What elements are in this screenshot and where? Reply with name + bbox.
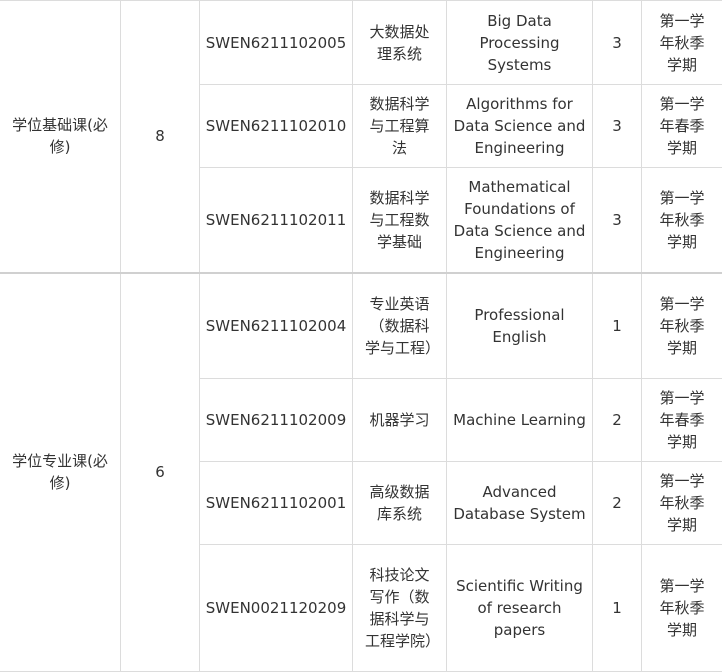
course-code-cell: SWEN6211102004 xyxy=(199,271,353,379)
course-term-cell: 第一学年秋季学期 xyxy=(641,461,722,545)
course-name-en-cell: Professional English xyxy=(446,271,593,379)
course-name-en-cell: Machine Learning xyxy=(446,378,593,462)
course-name-en-cell: Big Data Processing Systems xyxy=(446,0,593,85)
course-name-cn-cell: 数据科学与工程算法 xyxy=(352,84,447,168)
course-term-cell: 第一学年秋季学期 xyxy=(641,271,722,379)
course-code-cell: SWEN6211102005 xyxy=(199,0,353,85)
course-code-cell: SWEN6211102010 xyxy=(199,84,353,168)
course-code-cell: SWEN0021120209 xyxy=(199,544,353,672)
course-name-cn-cell: 专业英语（数据科学与工程） xyxy=(352,271,447,379)
category-cell: 学位基础课(必修) xyxy=(0,0,121,273)
course-name-cn-cell: 大数据处理系统 xyxy=(352,0,447,85)
table-row: 学位专业课(必修) 6 SWEN6211102004 专业英语（数据科学与工程）… xyxy=(0,271,722,672)
course-name-en-cell: Scientific Writing of research papers xyxy=(446,544,593,672)
course-code-cell: SWEN6211102001 xyxy=(199,461,353,545)
course-code-cell: SWEN6211102011 xyxy=(199,167,353,273)
course-name-cn-cell: 科技论文写作（数据科学与工程学院） xyxy=(352,544,447,672)
course-credit-cell: 3 xyxy=(592,84,642,168)
course-name-cn-cell: 机器学习 xyxy=(352,378,447,462)
course-table: 学位基础课(必修) 8 SWEN6211102005 大数据处理系统 Big D… xyxy=(0,0,722,672)
course-name-en-cell: Mathematical Foundations of Data Science… xyxy=(446,167,593,273)
category-cell: 学位专业课(必修) xyxy=(0,271,121,672)
course-credit-cell: 2 xyxy=(592,378,642,462)
course-code-cell: SWEN6211102009 xyxy=(199,378,353,462)
course-term-cell: 第一学年秋季学期 xyxy=(641,0,722,85)
group-credits-cell: 8 xyxy=(120,0,200,273)
course-name-en-cell: Algorithms for Data Science and Engineer… xyxy=(446,84,593,168)
course-credit-cell: 1 xyxy=(592,271,642,379)
course-term-cell: 第一学年秋季学期 xyxy=(641,544,722,672)
course-term-cell: 第一学年春季学期 xyxy=(641,84,722,168)
group-credits-cell: 6 xyxy=(120,271,200,672)
course-term-cell: 第一学年秋季学期 xyxy=(641,167,722,273)
table-row: 学位基础课(必修) 8 SWEN6211102005 大数据处理系统 Big D… xyxy=(0,0,722,273)
course-name-cn-cell: 数据科学与工程数学基础 xyxy=(352,167,447,273)
course-credit-cell: 3 xyxy=(592,167,642,273)
course-credit-cell: 3 xyxy=(592,0,642,85)
course-term-cell: 第一学年春季学期 xyxy=(641,378,722,462)
course-credit-cell: 1 xyxy=(592,544,642,672)
course-name-en-cell: Advanced Database System xyxy=(446,461,593,545)
course-credit-cell: 2 xyxy=(592,461,642,545)
course-name-cn-cell: 高级数据库系统 xyxy=(352,461,447,545)
